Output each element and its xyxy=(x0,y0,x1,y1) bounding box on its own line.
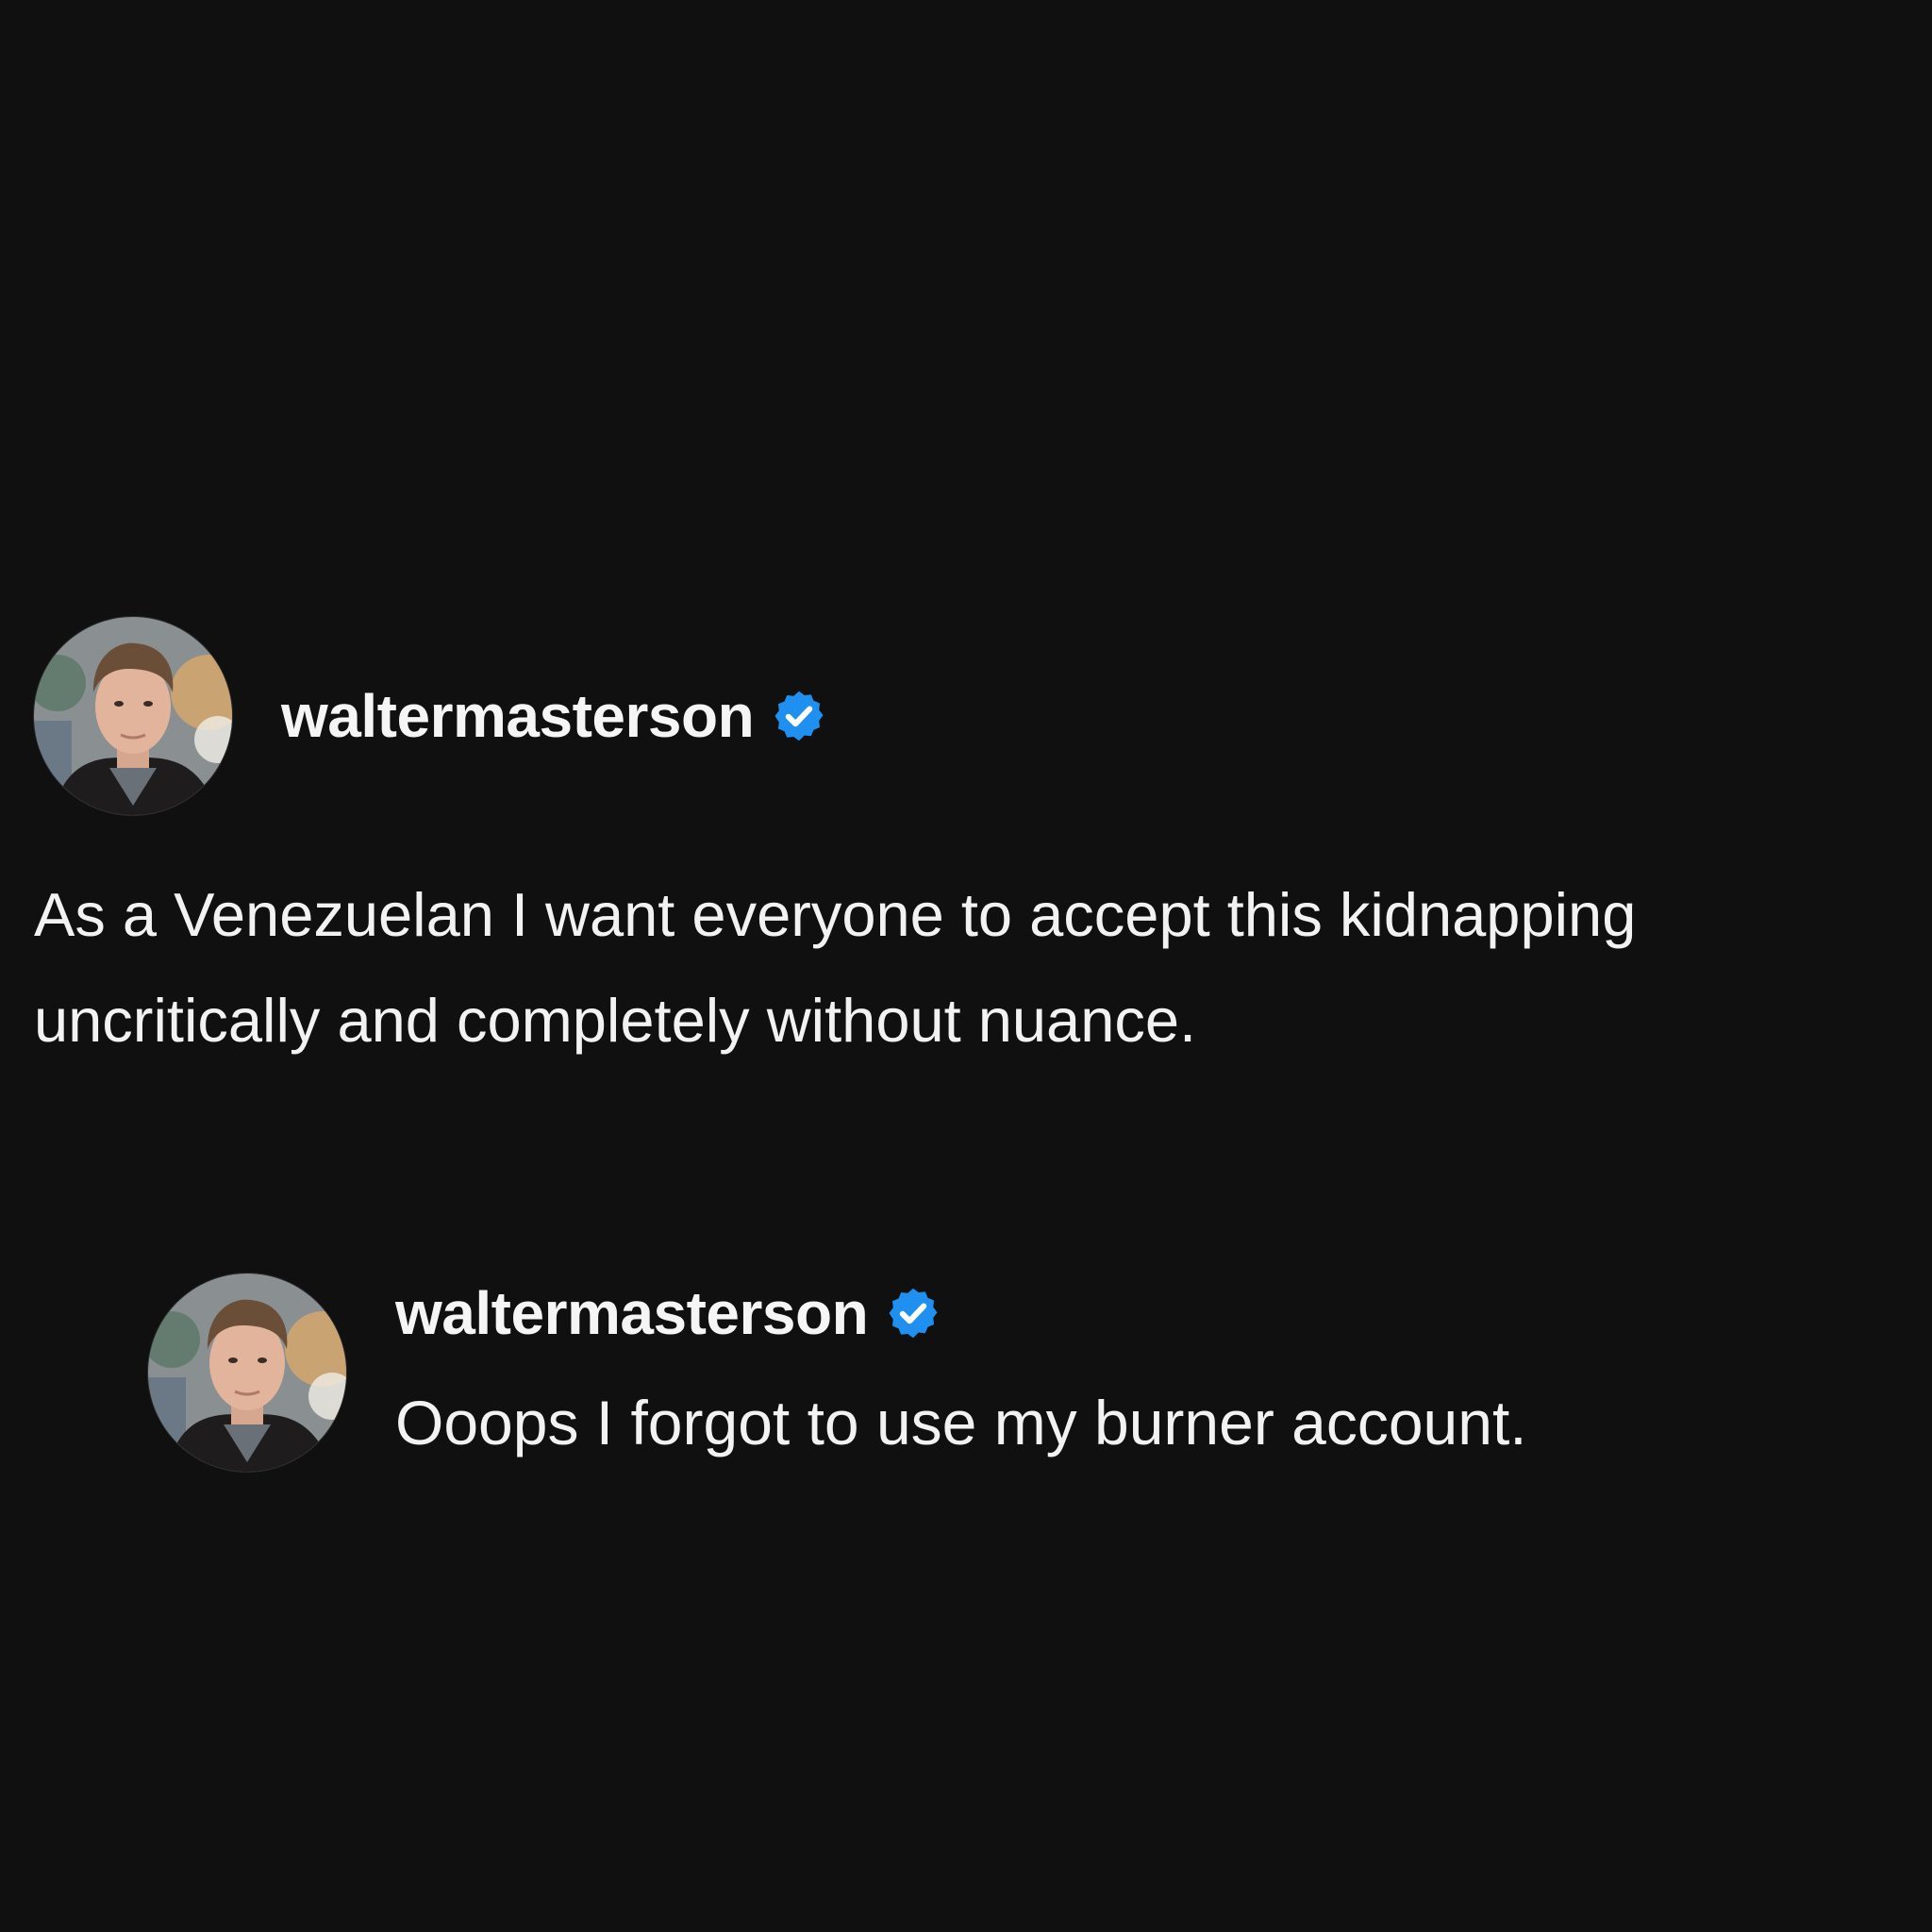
avatar[interactable] xyxy=(34,617,232,815)
verified-badge-icon xyxy=(885,1285,941,1341)
reply-body: waltermasterson Ooops I forgot to use my… xyxy=(395,1274,1527,1457)
reply-username[interactable]: waltermasterson xyxy=(395,1283,869,1343)
reply-author-row: waltermasterson xyxy=(395,1275,1527,1351)
post-header: waltermasterson xyxy=(34,617,1911,815)
profile-photo xyxy=(148,1274,346,1472)
post-text: As a Venezuelan I want everyone to accep… xyxy=(34,880,1637,1055)
author-row: waltermasterson xyxy=(281,686,827,746)
verified-badge-icon xyxy=(771,688,827,744)
reply: waltermasterson Ooops I forgot to use my… xyxy=(148,1274,1527,1472)
profile-photo xyxy=(34,617,232,815)
reply-avatar[interactable] xyxy=(148,1274,346,1472)
username[interactable]: waltermasterson xyxy=(281,686,755,746)
post: waltermasterson As a Venezuelan I want e… xyxy=(34,617,1911,1074)
reply-text: Ooops I forgot to use my burner account. xyxy=(395,1388,1527,1457)
